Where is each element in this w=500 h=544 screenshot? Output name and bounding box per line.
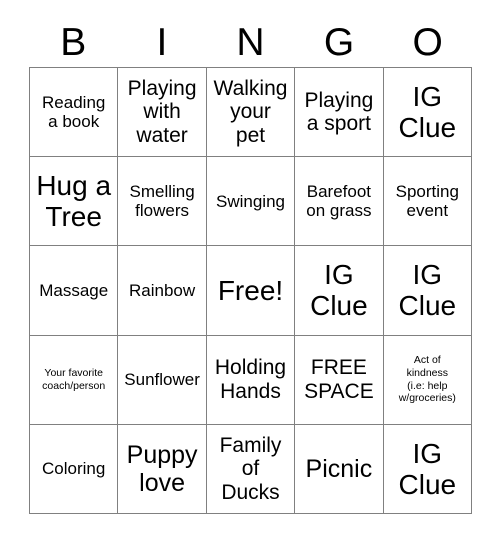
bingo-cell-r5c5[interactable]: IG Clue bbox=[383, 424, 472, 514]
bingo-cell-label: Your favorite coach/person bbox=[42, 366, 106, 392]
bingo-cell-label: IG Clue bbox=[398, 437, 457, 500]
bingo-cell-label: Hug a Tree bbox=[36, 169, 112, 233]
bingo-cell-label: Playing a sport bbox=[304, 88, 374, 136]
bingo-cell-r5c2[interactable]: Puppy love bbox=[118, 424, 207, 514]
bingo-cell-label: Holding Hands bbox=[214, 356, 287, 403]
bingo-cell-r4c4[interactable]: FREE SPACE bbox=[295, 335, 384, 425]
bingo-header-letter-i: I bbox=[156, 20, 168, 64]
bingo-cell-r1c4[interactable]: Playing a sport bbox=[295, 68, 384, 158]
bingo-cell-label: FREE SPACE bbox=[304, 356, 374, 403]
bingo-cell-r4c2[interactable]: Sunflower bbox=[118, 335, 207, 425]
bingo-cell-r2c3[interactable]: Swinging bbox=[206, 157, 296, 247]
bingo-cell-r4c5[interactable]: Act of kindness (i.e: help w/groceries) bbox=[383, 335, 472, 425]
bingo-cell-r2c2[interactable]: Smelling flowers bbox=[118, 157, 207, 247]
bingo-cell-label: Walking your pet bbox=[213, 76, 288, 147]
bingo-cell-label: IG Clue bbox=[398, 80, 457, 144]
bingo-grid: Reading a book Playing with water Walking … bbox=[29, 67, 472, 514]
bingo-header-row: B I N G O bbox=[29, 17, 472, 67]
bingo-cell-label: Reading a book bbox=[42, 93, 106, 132]
bingo-cell-label: Family of Ducks bbox=[219, 433, 282, 504]
bingo-cell-label: Barefoot on grass bbox=[306, 182, 372, 221]
bingo-cell-r1c3[interactable]: Walking your pet bbox=[206, 68, 296, 158]
bingo-cell-label: Sunflower bbox=[124, 370, 200, 390]
bingo-cell-label: Playing with water bbox=[127, 76, 197, 147]
bingo-header-letter-b: B bbox=[60, 20, 87, 64]
bingo-cell-label: Massage bbox=[39, 280, 109, 300]
bingo-cell-r2c5[interactable]: Sporting event bbox=[383, 157, 472, 247]
bingo-cell-label: Puppy love bbox=[126, 440, 198, 497]
bingo-cell-label: Free! bbox=[217, 274, 284, 306]
bingo-cell-label: Coloring bbox=[42, 459, 106, 479]
bingo-cell-r1c1[interactable]: Reading a book bbox=[30, 68, 119, 158]
bingo-cell-r5c4[interactable]: Picnic bbox=[295, 424, 384, 514]
bingo-cell-label: IG Clue bbox=[310, 259, 368, 322]
bingo-cell-r2c4[interactable]: Barefoot on grass bbox=[295, 157, 384, 247]
bingo-cell-r3c3[interactable]: Free! bbox=[206, 246, 296, 336]
bingo-cell-r4c3[interactable]: Holding Hands bbox=[206, 335, 296, 425]
bingo-cell-r2c1[interactable]: Hug a Tree bbox=[30, 157, 119, 247]
bingo-cell-label: Swinging bbox=[215, 191, 285, 211]
bingo-card: B I N G O Reading a book Playing with wat… bbox=[0, 0, 500, 544]
bingo-cell-r1c5[interactable]: IG Clue bbox=[383, 68, 472, 158]
bingo-cell-r4c1[interactable]: Your favorite coach/person bbox=[30, 335, 119, 425]
bingo-cell-r3c4[interactable]: IG Clue bbox=[295, 246, 384, 336]
bingo-cell-r3c2[interactable]: Rainbow bbox=[118, 246, 207, 336]
bingo-cell-r3c1[interactable]: Massage bbox=[30, 246, 119, 336]
bingo-cell-r5c1[interactable]: Coloring bbox=[30, 424, 119, 514]
bingo-cell-label: Picnic bbox=[305, 454, 373, 483]
bingo-cell-label: Sporting event bbox=[395, 182, 459, 221]
bingo-header-letter-g: G bbox=[323, 20, 355, 64]
bingo-cell-r3c5[interactable]: IG Clue bbox=[383, 246, 472, 336]
bingo-header-letter-o: O bbox=[412, 20, 443, 64]
bingo-cell-r1c2[interactable]: Playing with water bbox=[118, 68, 207, 158]
bingo-header-letter-n: N bbox=[236, 20, 265, 64]
bingo-cell-label: Act of kindness (i.e: help w/groceries) bbox=[398, 354, 456, 405]
bingo-cell-r5c3[interactable]: Family of Ducks bbox=[206, 424, 296, 514]
bingo-cell-label: Smelling flowers bbox=[129, 182, 195, 221]
bingo-cell-label: IG Clue bbox=[398, 259, 457, 322]
bingo-cell-label: Rainbow bbox=[129, 280, 196, 300]
